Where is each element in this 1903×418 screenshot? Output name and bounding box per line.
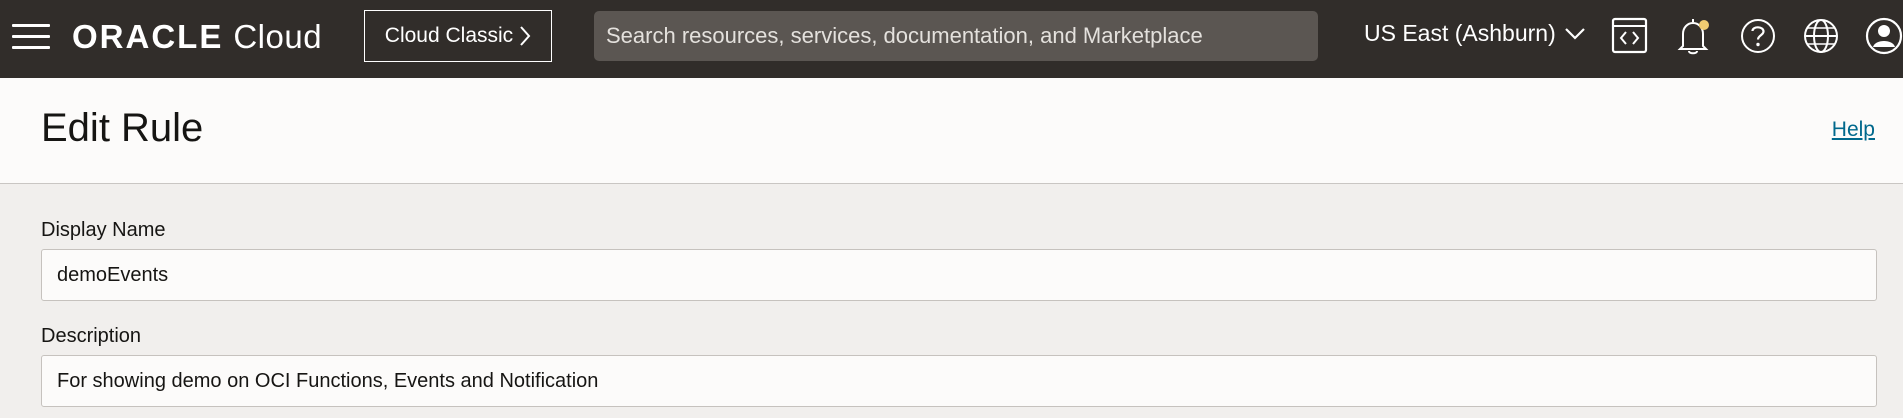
- chevron-right-icon: [520, 26, 531, 46]
- user-icon[interactable]: [1862, 14, 1903, 58]
- cloud-classic-label: Cloud Classic: [384, 24, 514, 47]
- region-selector[interactable]: US East (Ashburn): [1364, 20, 1586, 47]
- region-label: US East (Ashburn): [1364, 20, 1556, 46]
- display-name-field[interactable]: [41, 249, 1877, 301]
- bell-icon[interactable]: [1672, 14, 1716, 58]
- display-name-label: Display Name: [41, 219, 166, 241]
- search-input[interactable]: [594, 11, 1318, 61]
- description-field[interactable]: [41, 355, 1877, 407]
- description-label: Description: [41, 325, 142, 347]
- page-header: Edit Rule Help: [0, 78, 1903, 184]
- chevron-down-icon: [1564, 27, 1585, 40]
- help-icon[interactable]: [1736, 14, 1780, 58]
- page-title: Edit Rule: [41, 106, 204, 150]
- oracle-cloud-logo[interactable]: ORACLE Cloud: [72, 18, 322, 56]
- code-editor-icon[interactable]: [1608, 14, 1652, 58]
- cloud-classic-button[interactable]: Cloud Classic: [364, 10, 552, 62]
- logo-product: Cloud: [233, 18, 323, 55]
- logo-brand: ORACLE: [72, 18, 224, 55]
- top-navigation-bar: ORACLECloud Cloud Classic US East (Ashbu…: [0, 0, 1903, 78]
- help-link[interactable]: Help: [1832, 118, 1875, 142]
- menu-icon[interactable]: [12, 24, 50, 54]
- globe-icon[interactable]: [1799, 14, 1843, 58]
